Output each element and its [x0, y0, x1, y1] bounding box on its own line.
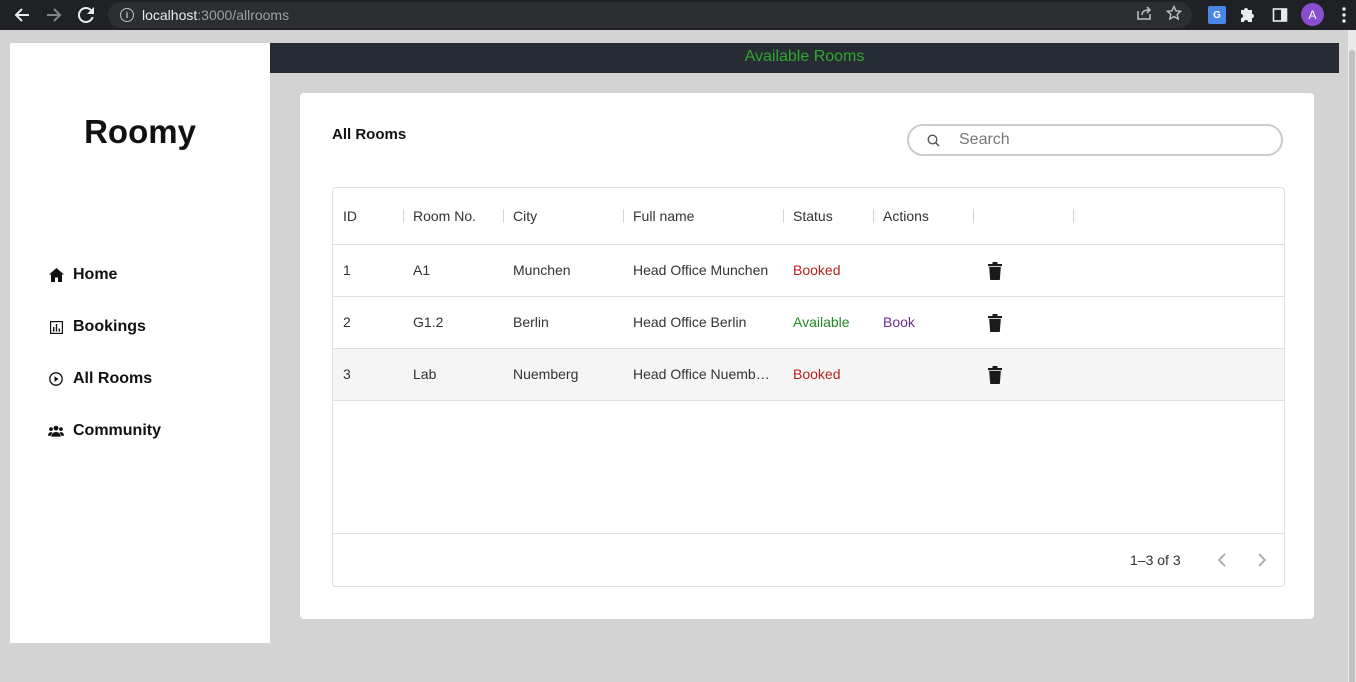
sidebar-item-label: Home — [73, 266, 118, 283]
trash-icon[interactable] — [986, 261, 1004, 281]
column-header-city[interactable]: City — [503, 188, 623, 245]
status-badge: Booked — [793, 262, 841, 278]
back-arrow-icon[interactable] — [11, 4, 33, 26]
sidebar-item-home[interactable]: Home — [48, 263, 117, 287]
page-title: All Rooms — [332, 126, 407, 143]
rooms-card: All Rooms ID Room No. City Full name Sta… — [300, 93, 1314, 619]
cell-full-name: Head Office Berlin — [633, 314, 747, 330]
extensions-puzzle-icon[interactable] — [1237, 4, 1259, 26]
sidebar-item-all-rooms[interactable]: All Rooms — [48, 367, 152, 391]
address-bar[interactable]: i localhost:3000/allrooms — [108, 2, 1192, 28]
share-icon[interactable] — [1136, 5, 1152, 25]
search-icon — [925, 132, 941, 148]
home-icon — [48, 267, 64, 283]
search-input[interactable] — [959, 131, 1259, 149]
column-header-full-name[interactable]: Full name — [623, 188, 783, 245]
table-row[interactable]: 3 Lab Nuemberg Head Office Nuemberg Book… — [333, 349, 1284, 401]
status-badge: Booked — [793, 366, 841, 382]
sidebar-item-label: Bookings — [73, 318, 146, 335]
cell-room-no: A1 — [413, 262, 431, 278]
page-scrollbar[interactable] — [1348, 30, 1356, 682]
people-icon — [48, 423, 64, 439]
sidebar-item-label: Community — [73, 422, 161, 439]
rooms-table: ID Room No. City Full name Status Action… — [332, 187, 1285, 587]
column-separator[interactable] — [1073, 209, 1074, 223]
trash-icon[interactable] — [986, 365, 1004, 385]
table-row[interactable]: 1 A1 Munchen Head Office Munchen Booked — [333, 245, 1284, 297]
cell-city: Nuemberg — [513, 366, 579, 382]
play-circle-icon — [48, 371, 64, 387]
trash-icon[interactable] — [986, 313, 1004, 333]
search-box[interactable] — [907, 124, 1283, 156]
cell-room-no: G1.2 — [413, 314, 444, 330]
cell-action — [873, 349, 973, 400]
cell-city: Berlin — [513, 314, 549, 330]
cell-id: 3 — [343, 366, 351, 382]
browser-menu-icon[interactable] — [1333, 4, 1355, 26]
cell-city: Munchen — [513, 262, 571, 278]
column-header-room-no[interactable]: Room No. — [403, 188, 503, 245]
next-page-button[interactable] — [1251, 549, 1273, 571]
sidebar-item-label: All Rooms — [73, 370, 153, 387]
bar-chart-icon — [48, 319, 64, 335]
cell-id: 2 — [343, 314, 351, 330]
column-header-id[interactable]: ID — [333, 188, 403, 245]
cell-room-no: Lab — [413, 366, 437, 382]
column-header-delete[interactable] — [973, 188, 1073, 245]
translate-extension-icon[interactable]: G — [1206, 4, 1228, 26]
column-header-actions[interactable]: Actions — [873, 188, 973, 245]
sidebar-item-community[interactable]: Community — [48, 419, 161, 443]
url-text: localhost:3000/allrooms — [142, 7, 290, 23]
page-header-title: Available Rooms — [744, 48, 865, 65]
browser-toolbar: i localhost:3000/allrooms G A — [0, 0, 1356, 30]
table-row[interactable]: 2 G1.2 Berlin Head Office Berlin Availab… — [333, 297, 1284, 349]
cell-id: 1 — [343, 262, 351, 278]
side-panel-icon[interactable] — [1269, 4, 1291, 26]
pagination-range: 1–3 of 3 — [1130, 552, 1181, 568]
status-badge: Available — [793, 314, 850, 330]
forward-arrow-icon[interactable] — [43, 4, 65, 26]
table-footer: 1–3 of 3 — [333, 533, 1284, 586]
page-header: Available Rooms — [270, 43, 1339, 73]
sidebar-item-bookings[interactable]: Bookings — [48, 315, 146, 339]
brand-title: Roomy — [84, 113, 196, 150]
book-button[interactable]: Book — [873, 297, 973, 348]
cell-full-name: Head Office Munchen — [633, 262, 769, 278]
cell-full-name: Head Office Nuemberg — [633, 366, 773, 382]
sidebar: Roomy Home Bookings All Rooms Community — [10, 43, 270, 643]
cell-action — [873, 245, 973, 296]
scrollbar-thumb[interactable] — [1349, 50, 1355, 682]
previous-page-button[interactable] — [1211, 549, 1233, 571]
profile-avatar[interactable]: A — [1301, 3, 1324, 26]
column-header-status[interactable]: Status — [783, 188, 873, 245]
site-info-icon[interactable]: i — [120, 8, 134, 22]
bookmark-star-icon[interactable] — [1165, 4, 1183, 25]
reload-icon[interactable] — [75, 4, 97, 26]
table-header: ID Room No. City Full name Status Action… — [333, 188, 1284, 245]
